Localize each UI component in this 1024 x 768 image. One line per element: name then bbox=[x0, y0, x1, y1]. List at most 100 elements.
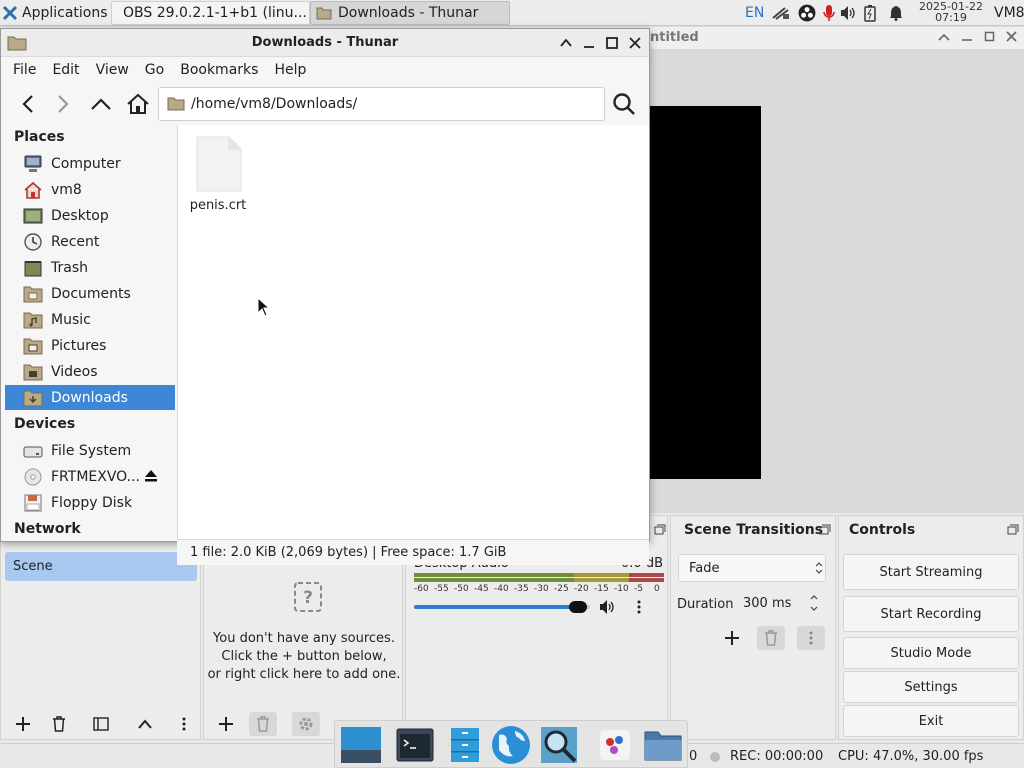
controls-title: Controls bbox=[849, 522, 916, 538]
sidebar-item-downloads[interactable]: Downloads bbox=[5, 385, 175, 410]
volume-slider[interactable] bbox=[414, 601, 590, 613]
sidebar-item-optical-disc[interactable]: FRTMEXVO... bbox=[5, 464, 175, 489]
meter-scale-tick: 0 bbox=[654, 584, 660, 594]
move-scene-up-button[interactable] bbox=[131, 712, 159, 736]
sidebar-item-pictures[interactable]: Pictures bbox=[5, 333, 175, 358]
menu-view[interactable]: View bbox=[88, 62, 137, 78]
meter-scale-tick: -35 bbox=[514, 584, 529, 594]
home-button[interactable] bbox=[124, 91, 152, 117]
mixer-more-button[interactable] bbox=[630, 595, 648, 619]
folder-icon bbox=[644, 731, 682, 761]
exit-button[interactable]: Exit bbox=[843, 705, 1019, 737]
obs-minimize-icon[interactable] bbox=[961, 32, 973, 42]
trash-icon bbox=[257, 716, 269, 732]
microphone-icon[interactable] bbox=[820, 4, 838, 22]
sidebar-item-floppy[interactable]: Floppy Disk bbox=[5, 490, 175, 515]
dock-browser[interactable] bbox=[489, 725, 533, 765]
menubar: File Edit View Go Bookmarks Help bbox=[1, 57, 649, 83]
float-icon[interactable] bbox=[819, 524, 831, 535]
volume-slider-handle[interactable] bbox=[569, 601, 587, 613]
spin-arrows-icon[interactable] bbox=[809, 593, 819, 613]
float-icon[interactable] bbox=[654, 524, 666, 535]
dock-terminal[interactable] bbox=[393, 725, 437, 765]
transition-select[interactable]: Fade bbox=[678, 554, 826, 582]
task-thunar[interactable]: Downloads - Thunar bbox=[310, 1, 510, 25]
search-icon bbox=[613, 93, 635, 115]
applications-menu[interactable]: Applications bbox=[2, 0, 110, 26]
sidebar-item-filesystem[interactable]: File System bbox=[5, 438, 175, 463]
menu-file[interactable]: File bbox=[5, 62, 44, 78]
sidebar-item-computer[interactable]: Computer bbox=[5, 151, 175, 176]
start-recording-button[interactable]: Start Recording bbox=[843, 596, 1019, 632]
volume-icon[interactable] bbox=[838, 4, 858, 22]
speaker-icon[interactable] bbox=[598, 599, 616, 615]
plus-icon bbox=[219, 717, 233, 731]
search-button[interactable] bbox=[609, 91, 639, 117]
obs-maximize-icon[interactable] bbox=[984, 31, 995, 42]
obs-collapse-icon[interactable] bbox=[938, 32, 950, 42]
obs-close-icon[interactable] bbox=[1006, 31, 1017, 42]
sidebar-item-home[interactable]: vm8 bbox=[5, 177, 175, 202]
minimize-icon[interactable] bbox=[582, 36, 596, 50]
file-view[interactable]: penis.crt bbox=[177, 125, 649, 539]
eject-icon[interactable] bbox=[144, 469, 158, 483]
remove-source-button[interactable] bbox=[249, 712, 277, 736]
menu-bookmarks[interactable]: Bookmarks bbox=[172, 62, 266, 78]
close-icon[interactable] bbox=[628, 36, 642, 50]
scene-filters-button[interactable] bbox=[87, 712, 115, 736]
keyboard-layout[interactable]: EN bbox=[745, 0, 767, 26]
menu-help[interactable]: Help bbox=[266, 62, 314, 78]
location-bar[interactable]: /home/vm8/Downloads/ bbox=[158, 87, 605, 121]
clock-time: 07:19 bbox=[935, 11, 967, 24]
menu-edit[interactable]: Edit bbox=[44, 62, 87, 78]
network-icon[interactable] bbox=[770, 4, 792, 22]
start-streaming-button[interactable]: Start Streaming bbox=[843, 554, 1019, 590]
source-properties-button[interactable] bbox=[292, 712, 320, 736]
meter-scale: -60 -55 -50 -45 -40 -35 -30 -25 -20 -15 -10 -5 0 bbox=[414, 584, 664, 596]
sidebar-item-desktop[interactable]: Desktop bbox=[5, 203, 175, 228]
sidebar-item-documents[interactable]: Documents bbox=[5, 281, 175, 306]
remove-scene-button[interactable] bbox=[45, 712, 73, 736]
obs-tray-icon[interactable] bbox=[796, 4, 818, 22]
user-menu[interactable]: VM8 bbox=[994, 0, 1024, 26]
settings-button[interactable]: Settings bbox=[843, 671, 1019, 703]
sidebar-item-trash[interactable]: Trash bbox=[5, 255, 175, 280]
clock[interactable]: 2025-01-22 07:19 bbox=[912, 1, 990, 25]
add-transition-button[interactable] bbox=[718, 626, 746, 650]
meter-scale-tick: -45 bbox=[474, 584, 489, 594]
sidebar-item-recent[interactable]: Recent bbox=[5, 229, 175, 254]
sidebar-item-label: Documents bbox=[51, 285, 131, 302]
sidebar-item-music[interactable]: Music bbox=[5, 307, 175, 332]
add-scene-button[interactable] bbox=[9, 712, 37, 736]
notifications-icon[interactable] bbox=[886, 4, 906, 22]
dock-search[interactable] bbox=[537, 725, 581, 765]
remove-transition-button[interactable] bbox=[757, 626, 785, 650]
studio-mode-button[interactable]: Studio Mode bbox=[843, 637, 1019, 669]
forward-button[interactable] bbox=[49, 91, 77, 117]
dock-appfinder[interactable] bbox=[593, 725, 637, 765]
dock-folder[interactable] bbox=[641, 725, 685, 765]
add-source-button[interactable] bbox=[212, 712, 240, 736]
thunar-titlebar[interactable]: Downloads - Thunar bbox=[1, 29, 649, 57]
home-icon bbox=[127, 93, 149, 114]
file-cabinet-icon bbox=[451, 728, 479, 762]
dock-file-manager[interactable] bbox=[443, 725, 487, 765]
collapse-icon[interactable] bbox=[559, 36, 573, 50]
duration-spinbox[interactable]: 300 ms bbox=[735, 588, 827, 618]
battery-icon[interactable] bbox=[861, 4, 879, 22]
menu-go[interactable]: Go bbox=[137, 62, 172, 78]
parent-folder-button[interactable] bbox=[87, 91, 115, 117]
back-button[interactable] bbox=[14, 91, 42, 117]
maximize-icon[interactable] bbox=[605, 36, 619, 50]
transition-more-button[interactable] bbox=[797, 626, 825, 650]
filter-icon bbox=[93, 717, 109, 731]
file-item[interactable]: penis.crt bbox=[182, 135, 254, 215]
task-obs[interactable]: OBS 29.0.2.1-1+b1 (linu... bbox=[111, 1, 310, 25]
float-icon[interactable] bbox=[1007, 524, 1019, 535]
volume-meter bbox=[414, 573, 664, 582]
scenes-more-button[interactable] bbox=[177, 712, 191, 736]
sidebar-item-label: File System bbox=[51, 442, 132, 459]
scene-item[interactable]: Scene bbox=[5, 552, 197, 581]
dock-show-desktop[interactable] bbox=[339, 725, 383, 765]
sidebar-item-videos[interactable]: Videos bbox=[5, 359, 175, 384]
